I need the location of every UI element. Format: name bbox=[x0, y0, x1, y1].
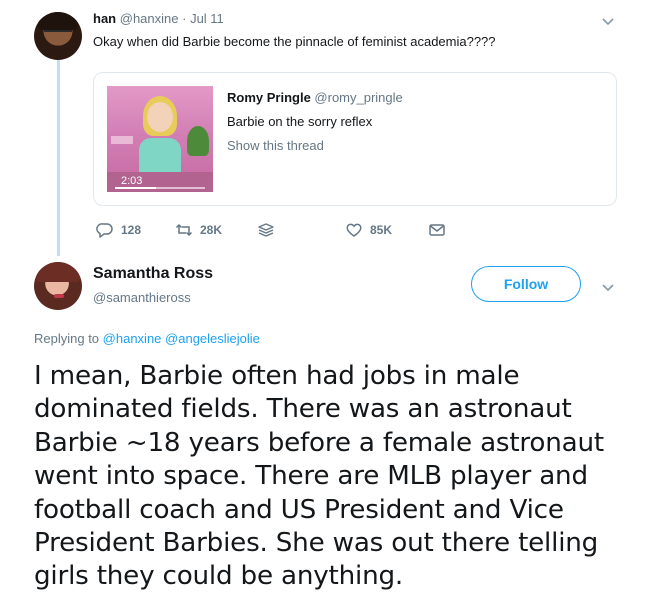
author-handle[interactable]: @samanthieross bbox=[93, 290, 191, 305]
follow-button[interactable]: Follow bbox=[471, 266, 581, 302]
tweet-header: han @hanxine · Jul 11 bbox=[93, 11, 224, 26]
tweet-text: Okay when did Barbie become the pinnacle… bbox=[93, 34, 496, 49]
avatar-han[interactable] bbox=[34, 12, 82, 60]
thread-connector-line bbox=[57, 60, 60, 256]
reply-button[interactable]: 128 bbox=[96, 221, 141, 239]
retweet-icon bbox=[175, 223, 193, 237]
mention-link[interactable]: @hanxine bbox=[103, 331, 162, 346]
direct-message-icon bbox=[258, 223, 274, 237]
show-thread-link[interactable]: Show this thread bbox=[227, 138, 324, 153]
heart-icon bbox=[346, 223, 362, 237]
thumbnail-doll-head bbox=[147, 102, 173, 132]
stack-button[interactable] bbox=[257, 221, 282, 239]
quoted-tweet-card[interactable]: 2:03 Romy Pringle @romy_pringle Barbie o… bbox=[93, 72, 617, 206]
video-progress-bar[interactable] bbox=[115, 187, 205, 189]
video-thumbnail[interactable]: 2:03 bbox=[107, 86, 213, 192]
tweet-text-line: I mean, Barbie often had jobs in male bbox=[34, 361, 520, 391]
envelope-icon bbox=[429, 224, 445, 236]
tweet-date[interactable]: · Jul 11 bbox=[182, 11, 224, 26]
quoted-author-handle[interactable]: @romy_pringle bbox=[314, 90, 402, 105]
avatar-glasses bbox=[44, 30, 72, 36]
tweet-text-line: football coach and US President and Vice bbox=[34, 494, 564, 525]
quoted-author-name[interactable]: Romy Pringle bbox=[227, 90, 311, 105]
author-name[interactable]: Samantha Ross bbox=[93, 265, 213, 283]
like-button[interactable]: 85K bbox=[345, 221, 392, 239]
tweet-body: I mean, Barbie often had jobs in male do… bbox=[34, 360, 614, 594]
reply-icon bbox=[96, 223, 113, 238]
retweet-button[interactable]: 28K bbox=[175, 221, 222, 239]
author-handle[interactable]: @hanxine bbox=[120, 11, 179, 26]
tweet-text-line: Barbie ~18 years before a female astrona… bbox=[34, 427, 604, 458]
video-progress-fill bbox=[115, 187, 156, 189]
tweet-text-line: President Barbies. She was out there tel… bbox=[34, 528, 599, 559]
message-button[interactable] bbox=[428, 221, 453, 239]
replying-to: Replying to @hanxine @angelesliejolie bbox=[34, 331, 260, 346]
thumbnail-doll-body bbox=[139, 138, 181, 176]
avatar-hair bbox=[38, 12, 78, 30]
like-count: 85K bbox=[370, 223, 393, 237]
retweet-count: 28K bbox=[200, 223, 223, 237]
tweet-text-line: girls they could be anything. bbox=[34, 561, 404, 592]
quoted-tweet-text: Barbie on the sorry reflex bbox=[227, 114, 373, 129]
mention-link[interactable]: @angelesliejolie bbox=[165, 331, 260, 346]
avatar-samantha[interactable] bbox=[34, 262, 82, 310]
author-name[interactable]: han bbox=[93, 11, 116, 26]
chevron-down-icon[interactable] bbox=[601, 14, 615, 28]
thumbnail-plant bbox=[187, 126, 209, 156]
quoted-author: Romy Pringle @romy_pringle bbox=[227, 90, 403, 105]
video-duration: 2:03 bbox=[121, 175, 143, 187]
tweet-text-line: went into space. There are MLB player an… bbox=[34, 461, 588, 492]
avatar-hair bbox=[36, 262, 80, 282]
thumbnail-shelf bbox=[111, 136, 133, 144]
reply-count: 128 bbox=[121, 223, 142, 237]
avatar-lips bbox=[54, 294, 64, 298]
tweet-text-line: dominated fields. There was an astronaut bbox=[34, 394, 572, 425]
replying-to-label: Replying to bbox=[34, 331, 100, 346]
chevron-down-icon[interactable] bbox=[601, 280, 615, 294]
